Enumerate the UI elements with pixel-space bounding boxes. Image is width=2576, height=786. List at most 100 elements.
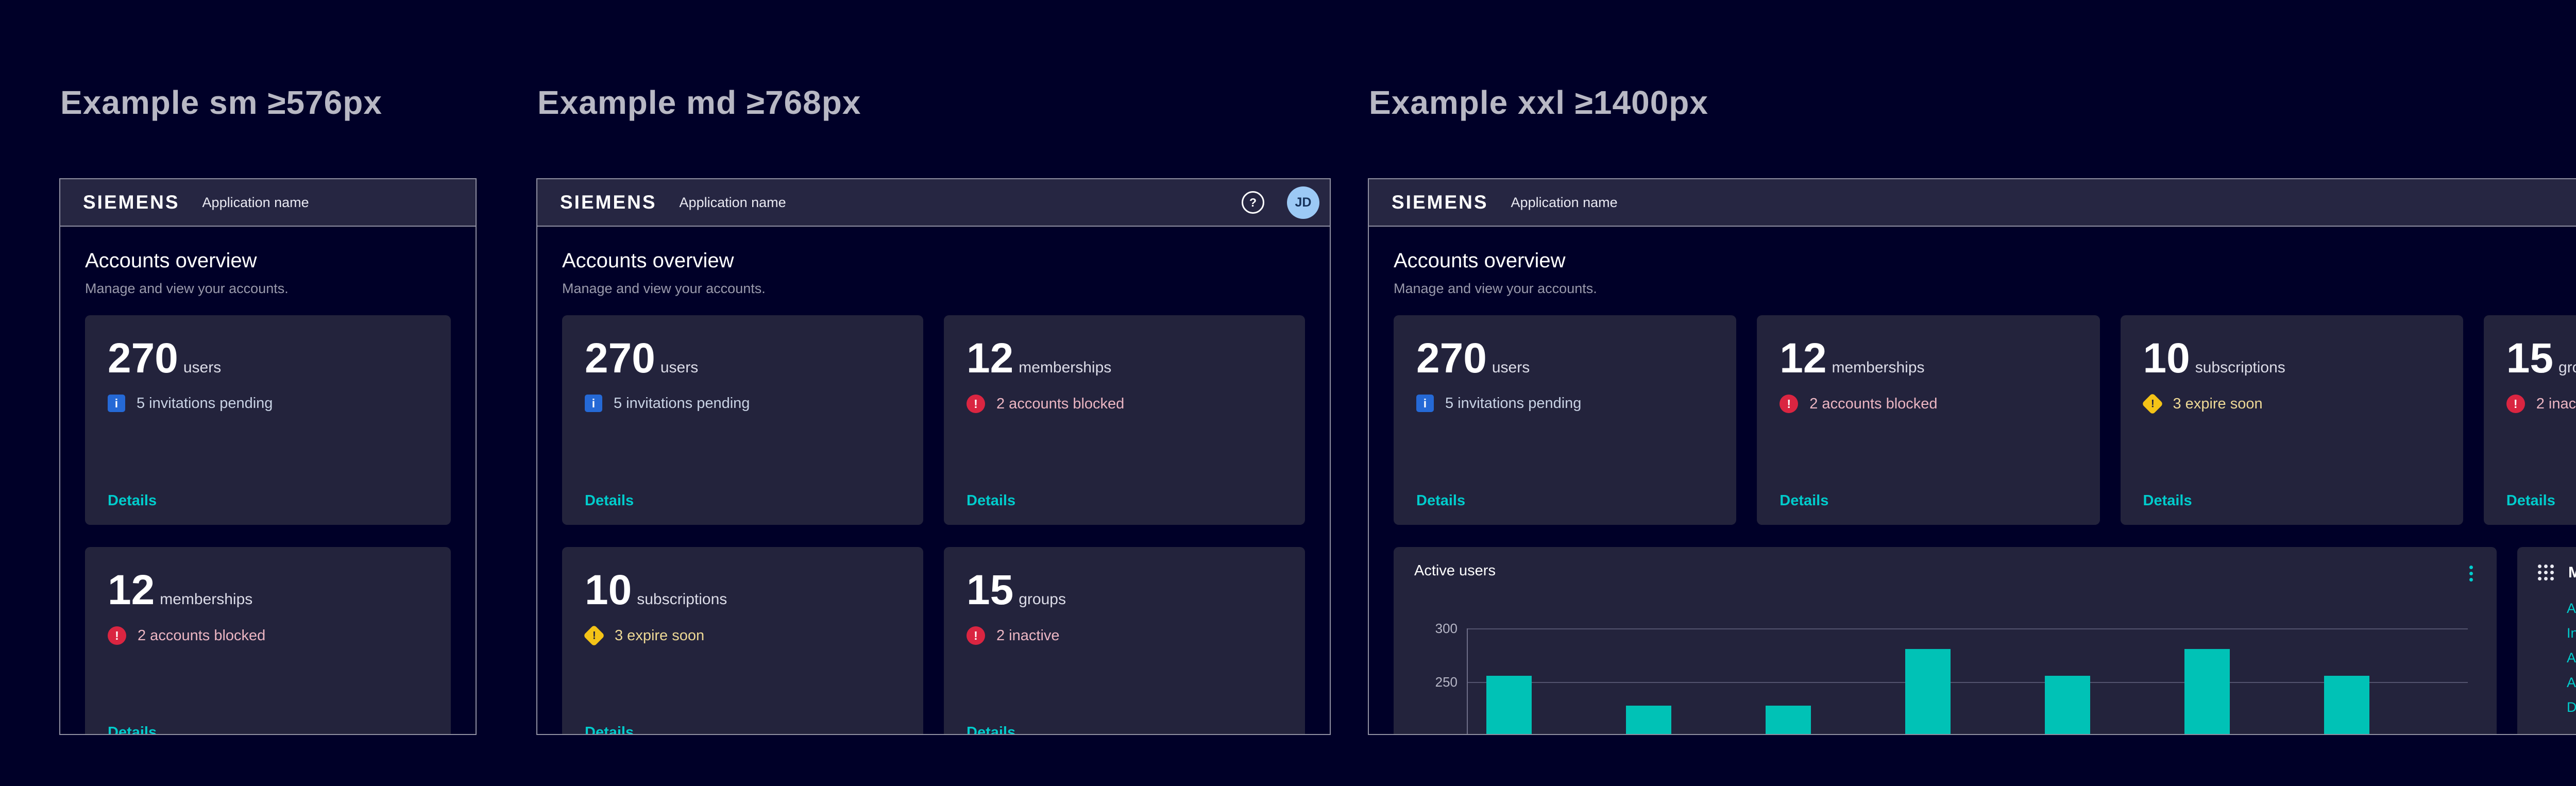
badge-row: ! 2 accounts blocked (967, 395, 1282, 413)
stat-label: subscriptions (2195, 359, 2285, 377)
chart-bar (2045, 676, 2090, 735)
stat-top: 15 groups (2506, 336, 2576, 381)
stat-value: 10 (585, 568, 632, 613)
warning-glyph: ! (592, 629, 596, 642)
details-link[interactable]: Details (108, 724, 428, 735)
chart-gridline (1467, 628, 2468, 629)
header-actions: ? JD (1242, 186, 1319, 219)
page-content: Accounts overview Manage and view your a… (60, 227, 476, 735)
stat-top: 270 users (585, 336, 901, 381)
badge-text: 3 expire soon (2173, 396, 2263, 413)
stat-label: users (660, 359, 698, 377)
cards-row: Active users 300250 My apps (1394, 547, 2576, 735)
app-link-label: Data App (2567, 699, 2576, 716)
details-link[interactable]: Details (1416, 492, 1714, 509)
badge-text: 5 invitations pending (1445, 395, 1581, 412)
warning-glyph: ! (2150, 398, 2154, 410)
my-apps-list: Assets flow› Insights› Access key› Asset… (2536, 600, 2576, 716)
badge-row: i 5 invitations pending (1416, 395, 1714, 412)
stat-top: 10 subscriptions (585, 568, 901, 613)
stat-top: 270 users (108, 336, 428, 381)
badge-row: ! 2 accounts blocked (108, 626, 428, 645)
example-title-md: Example md ≥768px (537, 83, 861, 122)
info-icon: i (1416, 395, 1434, 412)
chart-bar (1766, 706, 1811, 735)
app-header: SIEMENS Application name ? JD (537, 179, 1330, 227)
details-link[interactable]: Details (2143, 492, 2441, 509)
details-link[interactable]: Details (585, 492, 901, 509)
app-switcher-icon[interactable] (2536, 562, 2556, 583)
app-link-insights[interactable]: Insights› (2567, 625, 2576, 642)
badge-text: 2 accounts blocked (138, 627, 265, 644)
alert-glyph: ! (974, 397, 978, 411)
details-link[interactable]: Details (967, 724, 1282, 735)
details-link[interactable]: Details (2506, 492, 2576, 509)
stat-label: subscriptions (637, 591, 727, 608)
badge-row: ! 3 expire soon (2143, 395, 2441, 413)
stat-label: memberships (160, 591, 252, 608)
stat-card-subscriptions: 10 subscriptions ! 3 expire soon Details (2121, 315, 2463, 525)
stat-value: 270 (1416, 336, 1487, 381)
badge-text: 3 expire soon (615, 627, 704, 644)
stat-top: 15 groups (967, 568, 1282, 613)
stat-card-users: 270 users i 5 invitations pending Detail… (1394, 315, 1736, 525)
siemens-logo: SIEMENS (1392, 192, 1488, 213)
details-link[interactable]: Details (967, 492, 1282, 509)
stat-value: 10 (2143, 336, 2190, 381)
badge-row: i 5 invitations pending (108, 395, 428, 412)
panel-xxl: SIEMENS Application name ? JD Accounts o… (1368, 178, 2576, 735)
stat-top: 12 memberships (1780, 336, 2077, 381)
stat-card-users: 270 users i 5 invitations pending Detail… (85, 315, 451, 525)
stat-top: 12 memberships (967, 336, 1282, 381)
app-link-access-key[interactable]: Access key› (2567, 650, 2576, 667)
stat-value: 15 (2506, 336, 2553, 381)
app-link-assets-app[interactable]: Assets App› (2567, 674, 2576, 691)
app-name: Application name (680, 195, 786, 211)
avatar[interactable]: JD (1287, 186, 1319, 219)
cards-row: 10 subscriptions ! 3 expire soon Details… (562, 547, 1305, 735)
app-link-label: Assets flow (2567, 600, 2576, 617)
details-link[interactable]: Details (585, 724, 901, 735)
siemens-logo: SIEMENS (560, 192, 657, 213)
help-icon[interactable]: ? (1242, 191, 1264, 214)
stat-value: 12 (1780, 336, 1826, 381)
app-header: SIEMENS Application name (60, 179, 476, 227)
alert-icon: ! (108, 626, 126, 645)
badge-row: ! 2 accounts blocked (1780, 395, 2077, 413)
warning-icon: ! (583, 625, 605, 646)
stat-value: 12 (967, 336, 1013, 381)
badge-row: ! 2 inactive (2506, 395, 2576, 413)
stat-top: 10 subscriptions (2143, 336, 2441, 381)
alert-icon: ! (2506, 395, 2525, 413)
my-apps-title: My apps (2568, 564, 2576, 582)
stat-value: 15 (967, 568, 1013, 613)
info-glyph: i (115, 397, 118, 411)
stat-label: users (1492, 359, 1530, 377)
chart-bar (1626, 706, 1671, 735)
stat-value: 270 (585, 336, 655, 381)
siemens-logo: SIEMENS (83, 192, 180, 213)
cards-row: 270 users i 5 invitations pending Detail… (562, 315, 1305, 525)
stat-top: 12 memberships (108, 568, 428, 613)
app-header: SIEMENS Application name ? JD (1369, 179, 2576, 227)
cards-row: 270 users i 5 invitations pending Detail… (85, 315, 451, 525)
app-link-data-app[interactable]: Data App› (2567, 699, 2576, 716)
page-subtitle: Manage and view your accounts. (562, 280, 1305, 297)
app-name: Application name (202, 195, 309, 211)
cards-row: 12 memberships ! 2 accounts blocked Deta… (85, 547, 451, 735)
details-link[interactable]: Details (108, 492, 428, 509)
alert-icon: ! (967, 395, 985, 413)
app-name: Application name (1511, 195, 1618, 211)
app-link-assets-flow[interactable]: Assets flow› (2567, 600, 2576, 617)
stat-value: 12 (108, 568, 155, 613)
badge-text: 2 inactive (996, 627, 1060, 644)
details-link[interactable]: Details (1780, 492, 2077, 509)
badge-text: 5 invitations pending (614, 395, 750, 412)
info-icon: i (585, 395, 602, 412)
chart-bar (2324, 676, 2369, 735)
badge-row: i 5 invitations pending (585, 395, 901, 412)
design-examples-canvas: Example sm ≥576px Example md ≥768px Exam… (0, 0, 2576, 786)
chart-bar (1486, 676, 1532, 735)
info-glyph: i (1423, 397, 1427, 411)
bar-plot (1467, 547, 2468, 735)
